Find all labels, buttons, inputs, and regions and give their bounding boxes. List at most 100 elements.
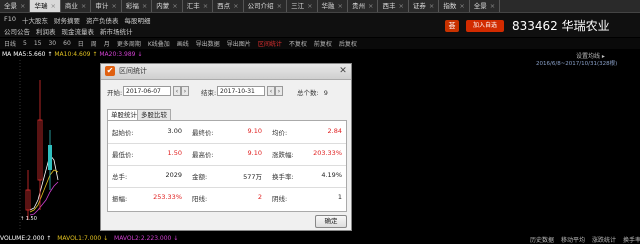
tab-close-icon[interactable]: × xyxy=(233,2,238,10)
bottom-tools: 历史数据 移动平均 涨跌统计 换手率 xyxy=(530,235,640,244)
tab-8[interactable]: 公司介绍 × xyxy=(244,0,288,12)
tab-close-icon[interactable]: × xyxy=(338,2,343,10)
toolbar-item[interactable]: K线叠加 xyxy=(148,39,170,48)
tab-close-icon[interactable]: × xyxy=(368,2,373,10)
stat-value: 9.10 xyxy=(247,149,262,157)
toolbar-item[interactable]: 日线 xyxy=(4,39,16,48)
tab-close-icon[interactable]: × xyxy=(459,2,464,10)
tab-close-icon[interactable]: × xyxy=(307,2,312,10)
tab-15[interactable]: 全景 × xyxy=(470,0,501,12)
toolbar-item[interactable]: 导出图片 xyxy=(227,39,251,48)
stat-value: 2.84 xyxy=(327,127,342,135)
toolbar-item[interactable]: 周 xyxy=(91,39,97,48)
tab-label: 汇丰 xyxy=(186,2,200,10)
tab-bar: 全景 × 华瑞 × 商业 × 审计 × 彩福 × 内蒙 × 汇丰 × 西点 × 公司介绍 × 三江 × 华融 × 贵州 × 西丰… xyxy=(0,0,640,13)
tab-close-icon[interactable]: × xyxy=(111,2,116,10)
toolbar-item[interactable]: 导出数据 xyxy=(196,39,220,48)
tab-13[interactable]: 证券 × xyxy=(409,0,440,12)
tab-close-icon[interactable]: × xyxy=(429,2,434,10)
tab-label: 全景 xyxy=(473,2,487,10)
tab-close-icon[interactable]: × xyxy=(203,2,208,10)
stock-title: 833462 华瑞农业 xyxy=(512,19,610,33)
menu-item[interactable]: 十大股东 xyxy=(22,15,48,25)
tab-3[interactable]: 审计 × xyxy=(91,0,122,12)
tab-close-icon[interactable]: × xyxy=(50,2,55,10)
toolbar-item[interactable]: 60 xyxy=(63,40,71,47)
stat-value: 1 xyxy=(337,193,342,201)
tab-close-icon[interactable]: × xyxy=(172,2,177,10)
end-prev-button[interactable]: ‹ xyxy=(267,86,275,96)
tab-close-icon[interactable]: × xyxy=(490,2,495,10)
menu-item[interactable]: 利润表 xyxy=(36,26,56,36)
tab-label: 华瑞 xyxy=(34,2,48,10)
tab-12[interactable]: 西丰 × xyxy=(378,0,409,12)
tab-close-icon[interactable]: × xyxy=(142,2,147,10)
tab-label: 内蒙 xyxy=(156,2,170,10)
end-date-picker[interactable]: 2017-10-31 xyxy=(217,86,265,96)
tab-label: 指数 xyxy=(443,2,457,10)
menu-item[interactable]: 财务摘要 xyxy=(54,15,80,25)
tab-10[interactable]: 华融 × xyxy=(318,0,348,12)
menu-item[interactable]: 公司公告 xyxy=(4,26,30,36)
toolbar-item[interactable]: 月 xyxy=(104,39,110,48)
tab-close-icon[interactable]: × xyxy=(81,2,86,10)
checkmark-icon: ✔ xyxy=(105,66,115,76)
menu-item[interactable]: 新市场统计 xyxy=(100,26,133,36)
svg-text:↑ 1.50: ↑ 1.50 xyxy=(20,216,37,222)
end-next-button[interactable]: › xyxy=(275,86,283,96)
tab-label: 华融 xyxy=(321,2,335,10)
tab-7[interactable]: 西点 × xyxy=(213,0,244,12)
stat-label: 均价: xyxy=(272,129,288,137)
bottom-tool-item[interactable]: 移动平均 xyxy=(561,235,585,244)
add-to-watchlist-button[interactable]: 加入自选 xyxy=(466,20,504,32)
toolbar-item[interactable]: 5 xyxy=(23,40,27,47)
tab-label: 西丰 xyxy=(382,2,396,10)
tab-1[interactable]: 华瑞 × xyxy=(30,0,61,12)
close-icon[interactable]: ✕ xyxy=(337,65,349,77)
stat-value: 1.50 xyxy=(167,149,182,157)
tab-4[interactable]: 彩福 × xyxy=(122,0,153,12)
bottom-tool-item[interactable]: 涨跌统计 xyxy=(592,235,616,244)
menu-item[interactable]: F10 xyxy=(4,15,16,25)
tab-2[interactable]: 商业 × xyxy=(61,0,92,12)
tab-close-icon[interactable]: × xyxy=(398,2,403,10)
start-prev-button[interactable]: ‹ xyxy=(173,86,181,96)
tab-label: 全景 xyxy=(4,2,17,10)
toolbar-item[interactable]: 区间统计 xyxy=(258,39,282,48)
menu-item[interactable]: 每股明细 xyxy=(125,15,151,25)
tab-9[interactable]: 三江 × xyxy=(287,0,318,12)
menu-item[interactable]: 资产负债表 xyxy=(86,15,119,25)
end-label: 结束: xyxy=(201,89,217,97)
tab-close-icon[interactable]: × xyxy=(277,2,282,10)
toolbar-item[interactable]: 不复权 xyxy=(289,39,307,48)
stats-table: 起始价: 3.00 最终价: 9.10 均价: 2.84 最低价: 1.50 最高价: 9.10 涨… xyxy=(107,120,347,212)
bottom-tool-item[interactable]: 换手率 xyxy=(623,235,640,244)
toolbar-item[interactable]: 后复权 xyxy=(339,39,357,48)
stat-label: 金额: xyxy=(192,173,208,181)
toolbar-item[interactable]: 画线 xyxy=(177,39,189,48)
start-next-button[interactable]: › xyxy=(181,86,189,96)
tab-label: 审计 xyxy=(95,2,109,10)
tab-5[interactable]: 内蒙 × xyxy=(152,0,183,12)
bottom-tool-item[interactable]: 历史数据 xyxy=(530,235,554,244)
menu-row-2: 公司公告 利润表 现金流量表 新市场统计 xyxy=(4,26,133,36)
toolbar-item[interactable]: 30 xyxy=(48,40,56,47)
tab-11[interactable]: 贵州 × xyxy=(348,0,379,12)
news-button[interactable]: 荟 xyxy=(445,20,459,32)
tab-0[interactable]: 全景 × xyxy=(0,0,31,12)
row-divider xyxy=(108,187,346,188)
total-count-label: 总个数: 9 xyxy=(297,87,328,97)
tab-close-icon[interactable]: × xyxy=(20,2,25,10)
tab-label: 证券 xyxy=(412,2,426,10)
stat-value: 203.33% xyxy=(313,149,342,157)
toolbar-item[interactable]: 日 xyxy=(78,39,84,48)
stat-label: 阳线: xyxy=(192,195,208,203)
menu-item[interactable]: 现金流量表 xyxy=(62,26,95,36)
toolbar-item[interactable]: 更多周期 xyxy=(117,39,141,48)
toolbar-item[interactable]: 前复权 xyxy=(314,39,332,48)
start-date-picker[interactable]: 2017-06-07 xyxy=(123,86,171,96)
ok-button[interactable]: 确定 xyxy=(315,215,347,228)
tab-14[interactable]: 指数 × xyxy=(439,0,470,12)
toolbar-item[interactable]: 15 xyxy=(34,40,42,47)
tab-6[interactable]: 汇丰 × xyxy=(183,0,214,12)
